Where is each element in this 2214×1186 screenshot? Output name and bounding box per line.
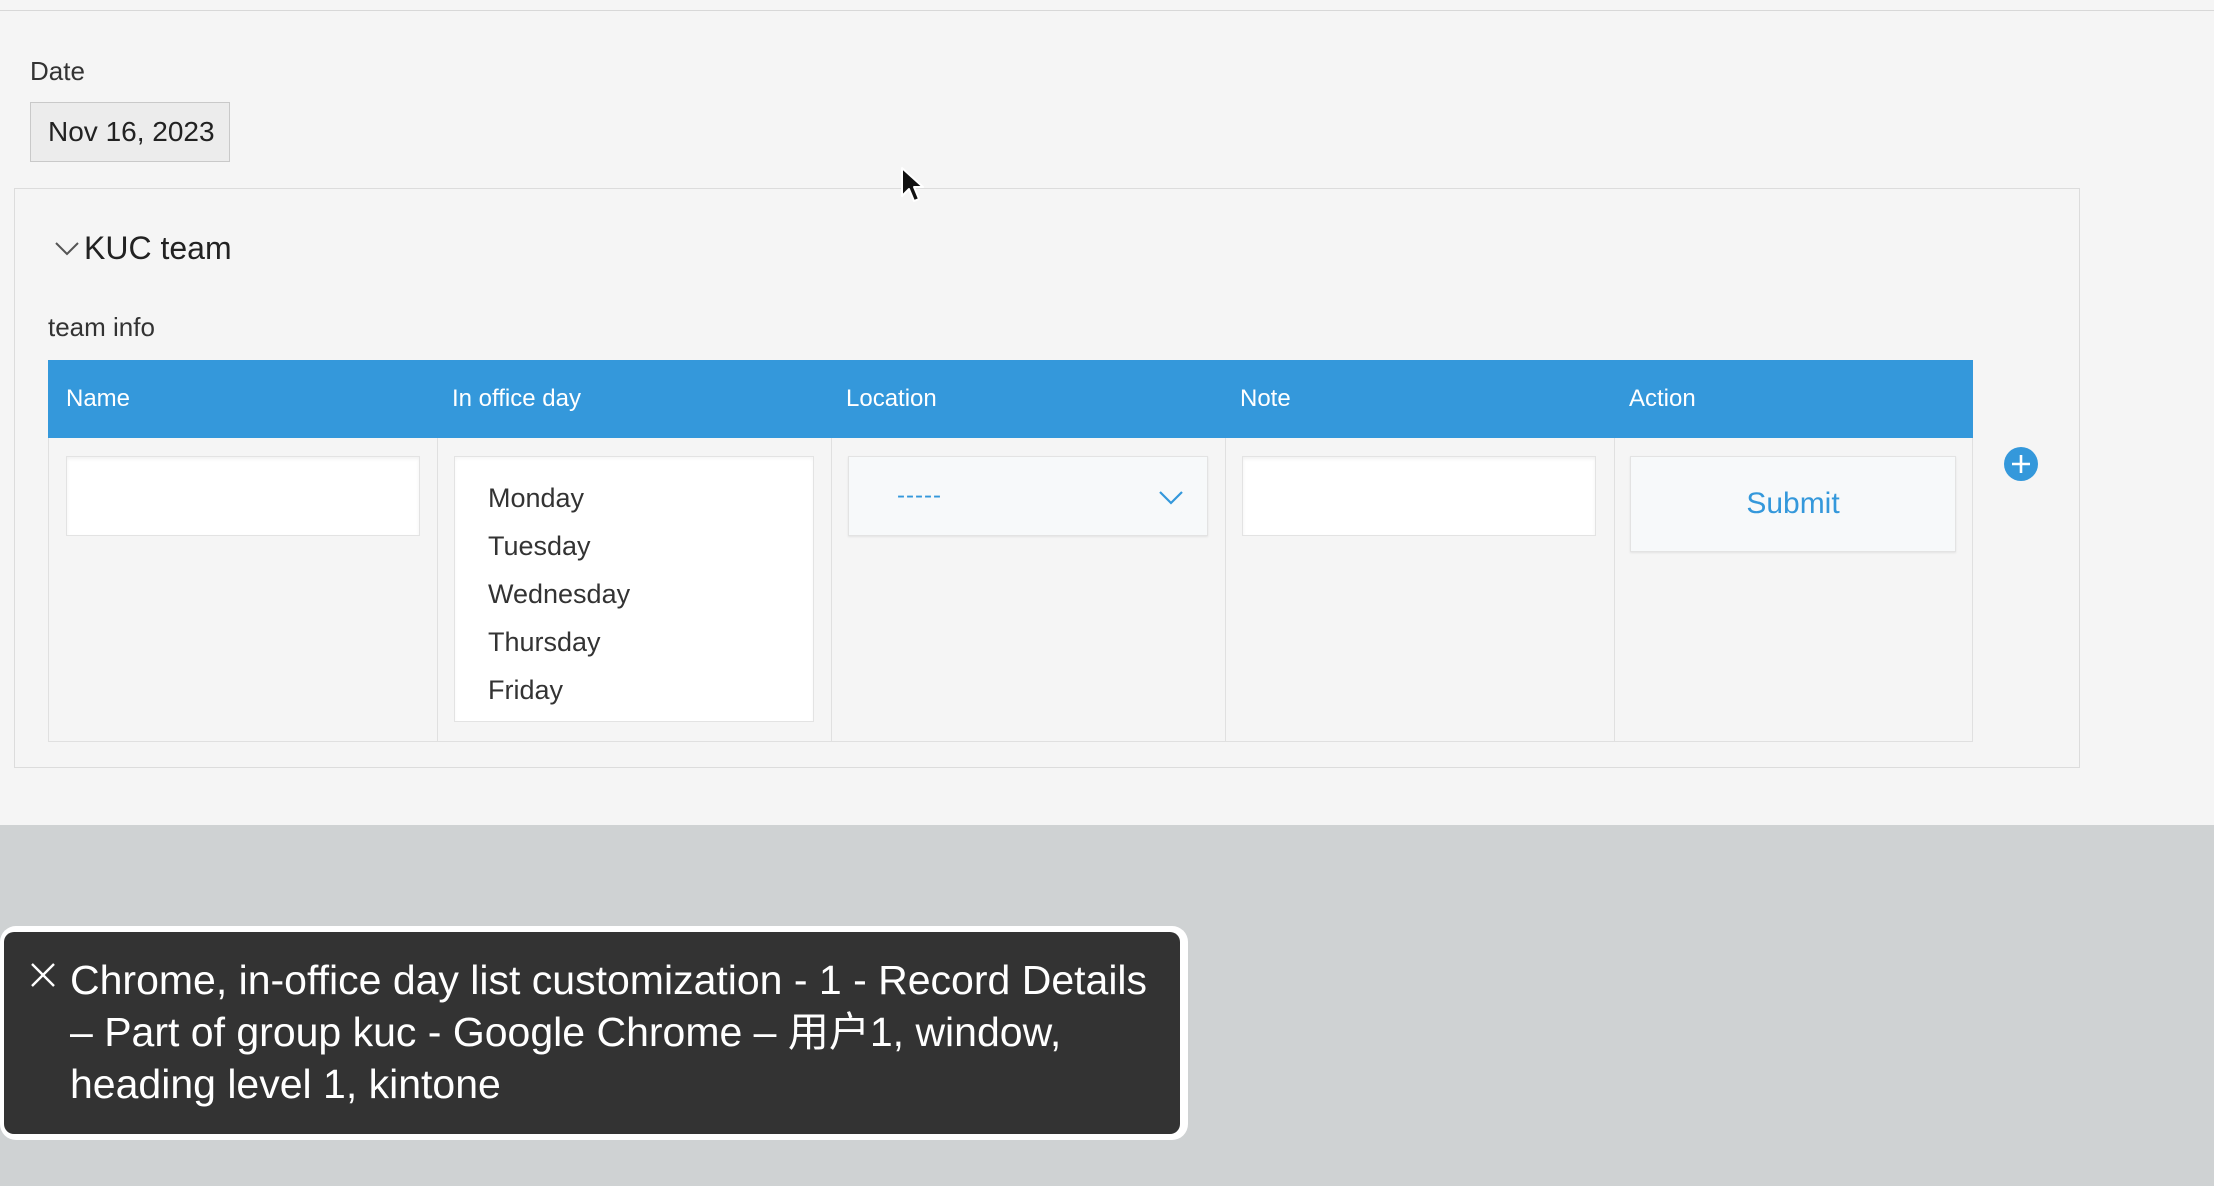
plus-circle-icon[interactable] — [2003, 446, 2039, 482]
column-divider — [831, 438, 832, 741]
in-office-day-list[interactable]: Monday Tuesday Wednesday Thursday Friday — [454, 456, 814, 722]
name-input[interactable] — [66, 456, 420, 536]
record-page: Date Nov 16, 2023 KUC team team info Nam… — [0, 0, 2214, 825]
voiceover-caption-panel: Chrome, in-office day list customization… — [0, 926, 1188, 1140]
column-divider — [437, 438, 438, 741]
group-title: KUC team — [84, 229, 232, 266]
column-divider — [1225, 438, 1226, 741]
column-header-in-office-day: In office day — [452, 385, 581, 412]
date-label: Date — [30, 56, 85, 86]
top-divider — [0, 10, 2214, 11]
list-item-wednesday[interactable]: Wednesday — [455, 570, 813, 618]
list-item-tuesday[interactable]: Tuesday — [455, 522, 813, 570]
table-header: Name In office day Location Note Action — [48, 360, 1973, 438]
submit-button[interactable]: Submit — [1630, 456, 1956, 552]
caption-text: Chrome, in-office day list customization… — [70, 957, 1148, 1107]
note-input[interactable] — [1242, 456, 1596, 536]
column-header-note: Note — [1240, 385, 1291, 412]
table-label: team info — [48, 312, 155, 342]
mouse-cursor-icon — [901, 167, 924, 202]
chevron-down-icon — [1159, 491, 1183, 505]
caption-background: Chrome, in-office day list customization… — [4, 932, 1180, 1134]
column-header-action: Action — [1629, 385, 1696, 412]
column-header-name: Name — [66, 385, 131, 412]
column-header-location: Location — [846, 385, 937, 412]
list-item-monday[interactable]: Monday — [455, 474, 813, 522]
list-item-thursday[interactable]: Thursday — [455, 618, 813, 666]
list-item-friday[interactable]: Friday — [455, 666, 813, 714]
chevron-down-icon[interactable] — [52, 233, 82, 263]
date-field[interactable]: Nov 16, 2023 — [30, 102, 230, 162]
column-divider — [1614, 438, 1615, 741]
location-selected-value: ----- — [897, 482, 942, 509]
location-dropdown[interactable]: ----- — [848, 456, 1208, 536]
group-header[interactable]: KUC team — [52, 228, 232, 268]
close-icon[interactable] — [28, 960, 58, 990]
